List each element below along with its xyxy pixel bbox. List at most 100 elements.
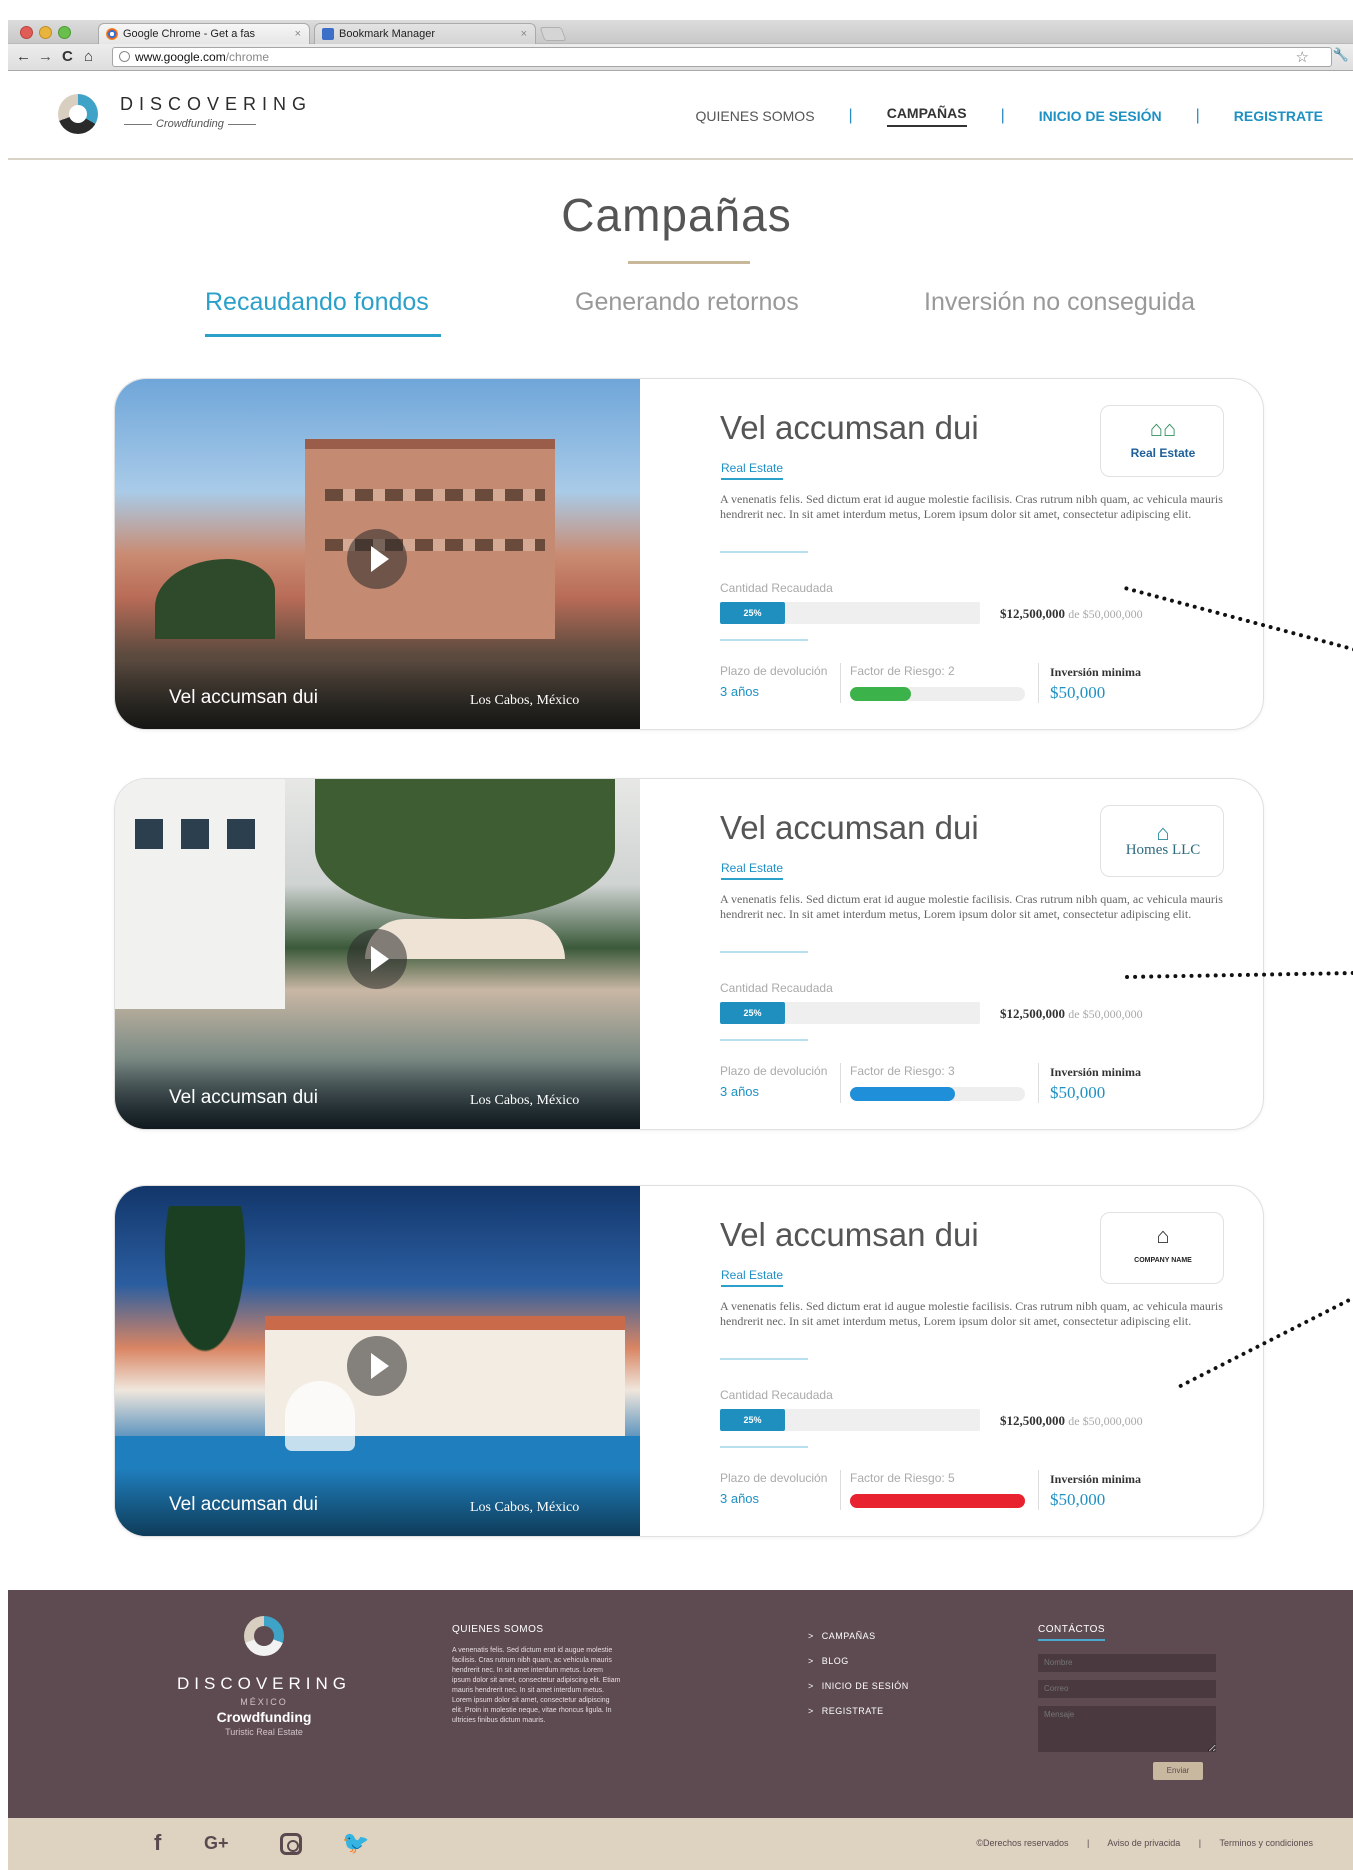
contact-send-button[interactable]: Enviar (1153, 1762, 1203, 1780)
footer-brand-country: MÉXICO (240, 1697, 288, 1707)
new-tab-button[interactable] (539, 27, 567, 41)
stat-separator (840, 1470, 841, 1510)
reload-icon[interactable]: C (62, 48, 73, 66)
risk-meter-fill (850, 1087, 955, 1101)
discovering-logo-icon[interactable] (58, 94, 98, 134)
section-divider (720, 551, 808, 553)
close-window-button[interactable] (20, 26, 33, 39)
brand-subtitle-text: Crowdfunding (156, 118, 224, 130)
photo-building (115, 779, 285, 1009)
wrench-menu-icon[interactable]: 🔧 (1333, 47, 1349, 63)
campaign-details: Vel accumsan dui Real Estate ⌂ COMPANY N… (640, 1186, 1263, 1536)
risk-meter-fill (850, 1494, 1025, 1508)
tab-inversion-no-conseguida[interactable]: Inversión no conseguida (924, 288, 1195, 317)
home-icon[interactable]: ⌂ (84, 48, 93, 66)
close-tab-icon[interactable]: × (295, 24, 301, 44)
contact-message-field[interactable] (1038, 1706, 1216, 1752)
footer-link-register[interactable]: > REGISTRATE (808, 1699, 909, 1724)
stat-separator (1038, 1470, 1039, 1510)
nav-register[interactable]: REGISTRATE (1234, 108, 1323, 124)
photo-location: Los Cabos, México (470, 1500, 580, 1515)
bookmark-favicon-icon (322, 28, 334, 40)
close-tab-icon[interactable]: × (521, 24, 527, 44)
section-divider (720, 1039, 808, 1041)
term-value: 3 años (720, 1491, 760, 1506)
play-video-icon[interactable] (347, 1336, 407, 1396)
footer-link-blog[interactable]: > BLOG (808, 1649, 909, 1674)
photo-location: Los Cabos, México (470, 1093, 580, 1108)
privacy-link[interactable]: Aviso de privacida (1107, 1838, 1180, 1848)
terms-link[interactable]: Terminos y condiciones (1219, 1838, 1313, 1848)
section-divider (720, 639, 808, 641)
campaign-photo[interactable]: Vel accumsan dui Los Cabos, México (115, 1186, 640, 1536)
twitter-icon[interactable]: 🐦 (342, 1830, 369, 1856)
back-arrow-icon[interactable]: ← (16, 48, 31, 66)
title-divider (628, 261, 750, 264)
section-divider (720, 951, 808, 953)
campaign-photo[interactable]: Vel accumsan dui Los Cabos, México (115, 779, 640, 1129)
photo-fountain (285, 1381, 355, 1451)
nav-campanas[interactable]: CAMPAÑAS (886, 105, 967, 127)
campaign-description: A venenatis felis. Sed dictum erat id au… (720, 1299, 1223, 1328)
stat-separator (1038, 1063, 1039, 1103)
partner-logo: ⌂⌂ Real Estate (1100, 405, 1224, 477)
chevron-right-icon: > (808, 1656, 814, 1666)
stat-separator (840, 1063, 841, 1103)
min-investment-value: $50,000 (1050, 683, 1106, 702)
min-investment-label: Inversión minima (1050, 665, 1142, 679)
risk-meter (850, 687, 1025, 701)
campaign-card[interactable]: Vel accumsan dui Los Cabos, México Vel a… (114, 778, 1264, 1130)
play-video-icon[interactable] (347, 529, 407, 589)
campaign-description: A venenatis felis. Sed dictum erat id au… (720, 892, 1223, 921)
footer-link-campanas[interactable]: > CAMPAÑAS (808, 1624, 909, 1649)
campaign-title[interactable]: Vel accumsan dui (720, 809, 979, 847)
campaign-photo[interactable]: Vel accumsan dui Los Cabos, México (115, 379, 640, 729)
nav-login[interactable]: INICIO DE SESIÓN (1039, 108, 1162, 124)
roof-icon: ⌂ (1156, 820, 1170, 845)
footer-link-login[interactable]: > INICIO DE SESIÓN (808, 1674, 909, 1699)
campaign-title[interactable]: Vel accumsan dui (720, 1216, 979, 1254)
facebook-icon[interactable]: f (154, 1830, 161, 1856)
contact-name-field[interactable] (1038, 1654, 1216, 1672)
raised-value: $12,500,000 (1000, 606, 1065, 621)
photo-caption: Vel accumsan dui (169, 1087, 318, 1108)
campaign-card[interactable]: Vel accumsan dui Los Cabos, México Vel a… (114, 1185, 1264, 1537)
raised-amount: $12,500,000 de $50,000,000 (1000, 606, 1143, 622)
partner-logo: ⌂ Homes LLC (1100, 805, 1224, 877)
zoom-window-button[interactable] (58, 26, 71, 39)
risk-label: Factor de Riesgo: 5 (850, 1471, 955, 1485)
play-video-icon[interactable] (347, 929, 407, 989)
raised-progress-fill: 25% (720, 602, 785, 624)
brand-wordmark[interactable]: DISCOVERING (120, 94, 312, 115)
photo-caption: Vel accumsan dui (169, 687, 318, 708)
nav-separator: | (1000, 107, 1005, 124)
raised-amount: $12,500,000 de $50,000,000 (1000, 1413, 1143, 1429)
forward-arrow-icon[interactable]: → (38, 48, 53, 66)
footer-about-title: QUIENES SOMOS (452, 1624, 544, 1635)
tab-recaudando-fondos[interactable]: Recaudando fondos (205, 288, 429, 317)
google-plus-icon[interactable]: G+ (204, 1833, 229, 1854)
browser-tab-chrome[interactable]: Google Chrome - Get a fas × (98, 23, 310, 44)
term-label: Plazo de devolución (720, 664, 828, 678)
address-bar[interactable]: www.google.com/chrome ☆ (112, 47, 1332, 67)
campaign-category: Real Estate (721, 861, 784, 880)
instagram-icon[interactable] (280, 1833, 302, 1855)
tab-generando-retornos[interactable]: Generando retornos (575, 288, 799, 317)
campaign-title[interactable]: Vel accumsan dui (720, 409, 979, 447)
campaign-details: Vel accumsan dui Real Estate ⌂ Homes LLC… (640, 779, 1263, 1129)
footer-logo-icon[interactable] (244, 1616, 284, 1656)
minimize-window-button[interactable] (39, 26, 52, 39)
goal-value: de $50,000,000 (1068, 1007, 1143, 1021)
page-info-icon[interactable] (119, 51, 130, 62)
term-value: 3 años (720, 1084, 760, 1099)
nav-quienes-somos[interactable]: QUIENES SOMOS (696, 108, 815, 124)
contact-email-field[interactable] (1038, 1680, 1216, 1698)
section-divider (720, 1358, 808, 1360)
browser-tab-bookmarks[interactable]: Bookmark Manager × (314, 23, 536, 44)
bookmark-star-icon[interactable]: ☆ (1296, 49, 1309, 67)
risk-meter (850, 1494, 1025, 1508)
campaign-category: Real Estate (721, 461, 784, 480)
legal-links: ©Derechos reservados | Aviso de privacid… (976, 1838, 1313, 1848)
raised-label: Cantidad Recaudada (720, 1388, 833, 1402)
campaign-card[interactable]: Vel accumsan dui Los Cabos, México Vel a… (114, 378, 1264, 730)
